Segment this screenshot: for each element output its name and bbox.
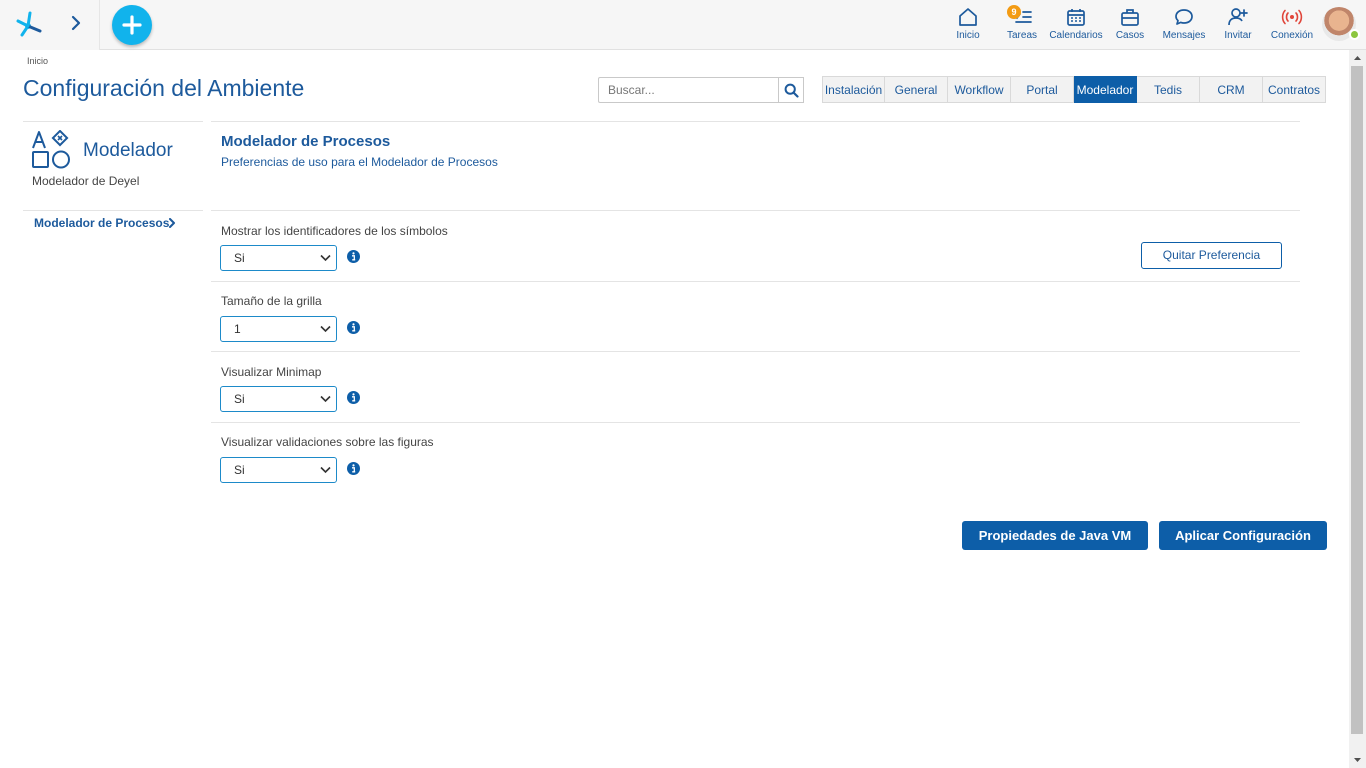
minimap-select[interactable]: Si: [220, 386, 337, 412]
nav-label: Conexión: [1270, 30, 1314, 41]
nav-conexion[interactable]: Conexión: [1270, 6, 1314, 46]
search-icon: [784, 83, 799, 98]
connection-icon: [1281, 9, 1303, 25]
scrollbar-thumb[interactable]: [1351, 66, 1363, 734]
sidebar-item-modelador-de-procesos[interactable]: Modelador de Procesos: [34, 216, 194, 232]
tab-instalacion[interactable]: Instalación: [822, 76, 885, 103]
divider: [211, 281, 1300, 282]
validations-select[interactable]: Si: [220, 457, 337, 483]
section-description: Preferencias de uso para el Modelador de…: [221, 155, 498, 169]
logo-area: [0, 0, 100, 50]
select-value: 1: [234, 322, 241, 336]
tab-portal[interactable]: Portal: [1011, 76, 1074, 103]
add-button[interactable]: [112, 5, 152, 45]
nav-label: Tareas: [1006, 30, 1037, 41]
online-status-indicator: [1349, 29, 1360, 40]
divider: [23, 210, 203, 211]
briefcase-icon: [1121, 9, 1139, 26]
divider: [211, 422, 1300, 423]
tab-workflow[interactable]: Workflow: [948, 76, 1011, 103]
calendar-icon: [1067, 9, 1085, 26]
divider: [211, 121, 1300, 122]
nav-mensajes[interactable]: Mensajes: [1162, 6, 1206, 46]
chevron-down-icon: [320, 254, 331, 262]
nav-tareas[interactable]: 9 Tareas: [1005, 5, 1039, 46]
home-icon: [959, 8, 977, 26]
java-vm-properties-button[interactable]: Propiedades de Java VM: [962, 521, 1148, 550]
nav-casos[interactable]: Casos: [1114, 6, 1146, 46]
chevron-right-icon: [169, 218, 175, 228]
deyel-logo-icon[interactable]: [12, 9, 44, 39]
config-tabs: Instalación General Workflow Portal Mode…: [822, 76, 1326, 103]
scroll-down-arrow-icon[interactable]: [1349, 752, 1366, 768]
field-label-grid-size: Tamaño de la grilla: [221, 294, 322, 308]
field-label-validations: Visualizar validaciones sobre las figura…: [221, 435, 434, 449]
page-title: Configuración del Ambiente: [23, 75, 305, 101]
divider: [211, 210, 1300, 211]
info-icon[interactable]: [347, 462, 360, 475]
module-title: Modelador: [83, 140, 173, 161]
nav-invitar[interactable]: Invitar: [1222, 6, 1254, 46]
info-icon[interactable]: [347, 250, 360, 263]
tab-tedis[interactable]: Tedis: [1137, 76, 1200, 103]
chevron-right-icon[interactable]: [66, 13, 86, 33]
chevron-down-icon: [320, 395, 331, 403]
info-icon[interactable]: [347, 391, 360, 404]
nav-label: Casos: [1115, 30, 1145, 41]
sidebar-item-label: Modelador de Procesos: [34, 216, 170, 230]
nav-calendarios[interactable]: Calendarios: [1049, 6, 1103, 46]
vertical-scrollbar[interactable]: [1349, 50, 1366, 768]
chevron-down-icon: [320, 466, 331, 474]
nav-label: Invitar: [1224, 30, 1252, 41]
info-icon[interactable]: [347, 321, 360, 334]
grid-size-select[interactable]: 1: [220, 316, 337, 342]
chat-icon: [1175, 9, 1193, 25]
chevron-down-icon: [320, 325, 331, 333]
apply-configuration-button[interactable]: Aplicar Configuración: [1159, 521, 1327, 550]
modeler-shapes-icon: [32, 130, 70, 169]
search-input[interactable]: [598, 77, 778, 103]
top-bar: Inicio 9 Tareas Calendarios Casos Mensaj…: [0, 0, 1366, 50]
tab-crm[interactable]: CRM: [1200, 76, 1263, 103]
select-value: Si: [234, 392, 245, 406]
section-title: Modelador de Procesos: [221, 133, 391, 150]
field-label-minimap: Visualizar Minimap: [221, 365, 322, 379]
divider: [211, 351, 1300, 352]
invite-user-icon: [1228, 8, 1248, 26]
select-value: Si: [234, 463, 245, 477]
nav-inicio[interactable]: Inicio: [953, 6, 983, 46]
select-value: Si: [234, 251, 245, 265]
show-identifiers-select[interactable]: Si: [220, 245, 337, 271]
plus-icon: [122, 15, 142, 35]
field-label-show-identifiers: Mostrar los identificadores de los símbo…: [221, 224, 448, 238]
nav-label: Inicio: [956, 30, 980, 41]
tab-modelador[interactable]: Modelador: [1074, 76, 1137, 103]
divider: [23, 121, 203, 122]
nav-label: Calendarios: [1049, 30, 1103, 41]
nav-label: Mensajes: [1162, 30, 1206, 41]
scroll-up-arrow-icon[interactable]: [1349, 50, 1366, 66]
remove-preference-button[interactable]: Quitar Preferencia: [1141, 242, 1282, 269]
module-subtitle: Modelador de Deyel: [32, 174, 140, 188]
tab-general[interactable]: General: [885, 76, 948, 103]
tab-contratos[interactable]: Contratos: [1263, 76, 1326, 103]
search-box: [598, 77, 804, 103]
search-button[interactable]: [778, 77, 804, 103]
breadcrumb[interactable]: Inicio: [27, 56, 48, 66]
tasks-badge: 9: [1007, 5, 1021, 19]
